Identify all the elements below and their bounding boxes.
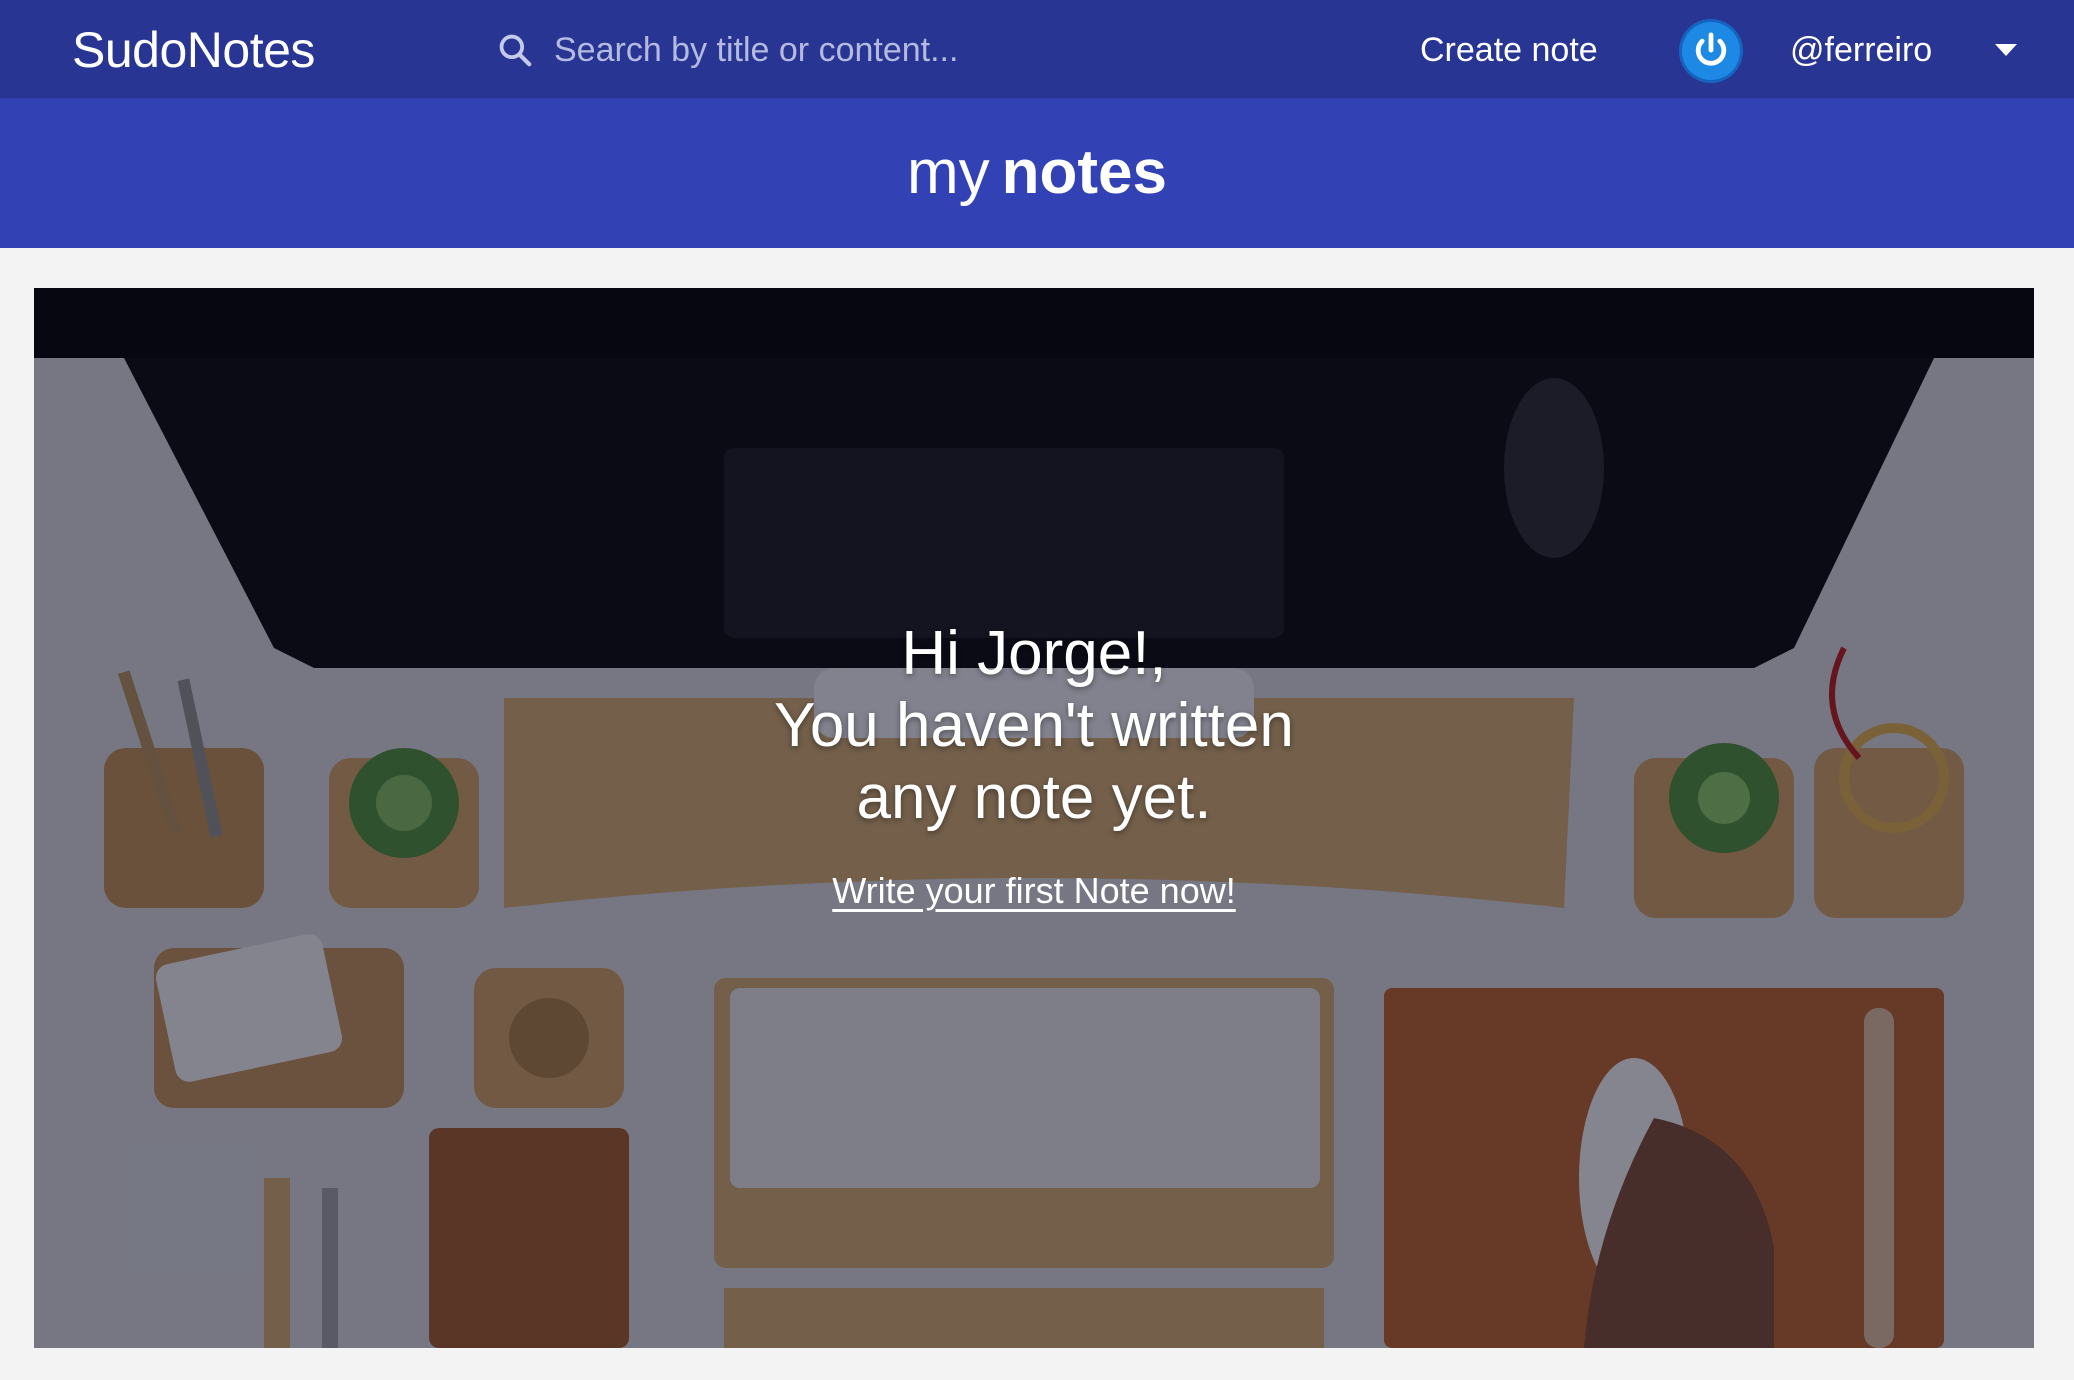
empty-message-line-1: You haven't written (774, 691, 1294, 760)
caret-down-icon (1995, 44, 2017, 56)
search-input[interactable] (554, 25, 1274, 75)
write-first-note-link[interactable]: Write your first Note now! (832, 870, 1235, 912)
power-icon[interactable] (1682, 22, 1740, 80)
page-title-band: my notes (0, 98, 2074, 248)
page-title-prefix: my (906, 138, 990, 207)
empty-state-hero: Hi Jorge!, You haven't written any note … (34, 288, 2034, 1348)
create-note-button[interactable]: Create note (1420, 28, 1598, 72)
search-bar[interactable] (496, 22, 1296, 78)
empty-message-line-2: any note yet. (856, 763, 1212, 832)
search-icon (499, 34, 532, 67)
username-label[interactable]: @ferreiro (1790, 28, 1932, 72)
user-menu-dropdown[interactable] (1986, 30, 2026, 70)
brand-logo[interactable]: SudoNotes (72, 20, 315, 80)
page-title: my notes (907, 133, 1167, 213)
page-title-emphasis: notes (1001, 138, 1167, 207)
greeting-line: Hi Jorge!, (901, 619, 1167, 688)
top-navbar: SudoNotes Create note @ferreiro (0, 0, 2074, 98)
empty-state-message: Hi Jorge!, You haven't written any note … (34, 618, 2034, 912)
